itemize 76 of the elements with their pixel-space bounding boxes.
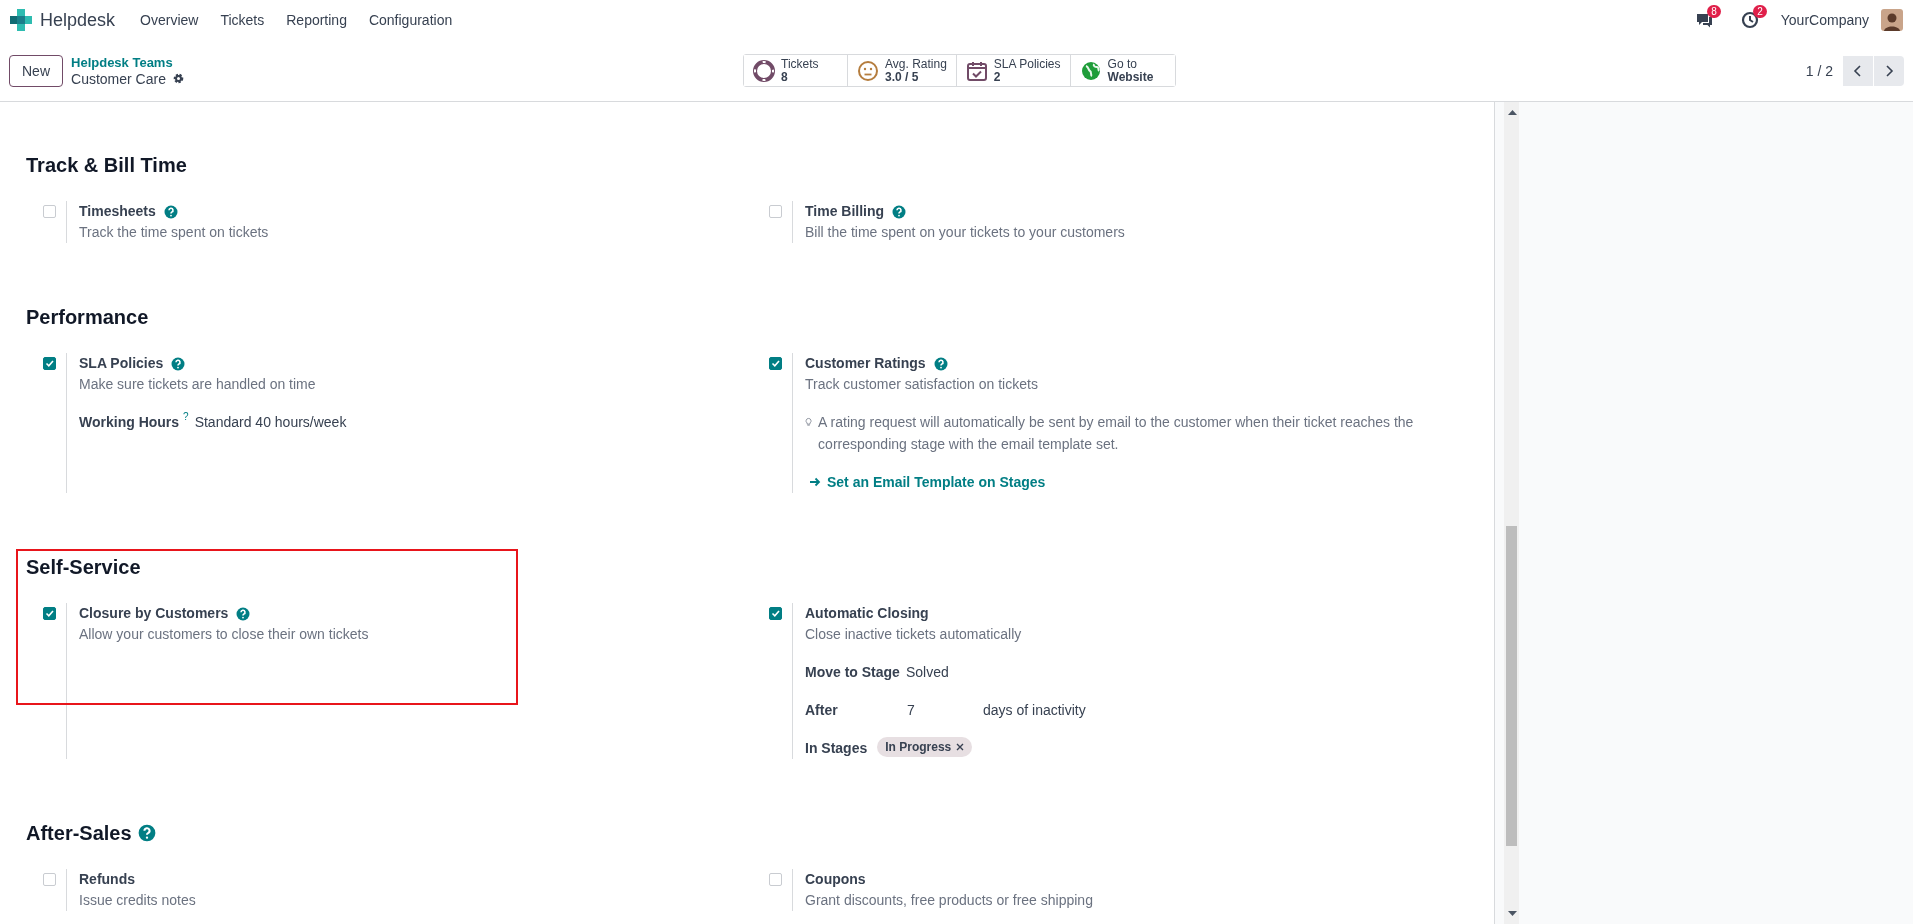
checkmark-icon [771,359,780,368]
settings-icon[interactable] [171,72,185,85]
lightbulb-icon [805,416,813,428]
calendar-check-icon [965,59,988,82]
scroll-down-icon[interactable] [1506,910,1517,918]
checkmark-icon [45,609,54,618]
new-button[interactable]: New [9,54,63,87]
app-name[interactable]: Helpdesk [40,9,116,31]
stat-button[interactable]: Tickets 8 [744,55,848,86]
section-title: After-Sales [26,821,132,845]
pager-value: 1 / 2 [1805,62,1833,79]
record-title: Customer Care [71,70,166,87]
field-value[interactable]: Standard 40 hours/week [194,411,347,433]
setting-description: Track the time spent on tickets [79,223,270,242]
hint-text: A rating request will automatically be sent by email to the customer when their ticket reaches the corresponding stage with the email template set. [818,413,1415,454]
help-icon[interactable] [933,356,948,371]
help-icon[interactable] [163,204,178,219]
section-title: Self-Service [26,555,141,579]
setting-description: Allow your customers to close their own tickets [79,625,370,644]
checkbox[interactable] [43,607,56,620]
notification-badge: 8 [1707,5,1721,18]
checkmark-icon [45,359,54,368]
help-icon[interactable] [236,606,251,621]
setting-title: Closure by Customers [79,604,229,623]
globe-icon [1079,59,1102,82]
neutral-face-icon [857,59,879,82]
setting-description: Issue credits notes [79,891,197,910]
stage-tag[interactable]: In Progress [877,737,973,757]
setting-description: Bill the time spent on your tickets to your customers [805,223,1126,242]
checkbox[interactable] [769,357,782,370]
user-avatar-icon[interactable] [1881,9,1903,31]
previous-button[interactable] [1843,55,1873,86]
days-field[interactable]: 7 [907,699,977,721]
setting-title: Coupons [805,870,866,889]
company-switcher[interactable]: YourCompany [1780,12,1869,28]
checkbox[interactable] [769,607,782,620]
setting-description: Grant discounts, free products or free shipping [805,891,1094,910]
field-label: In Stages [805,739,868,758]
setting-description: Make sure tickets are handled on time [79,375,317,394]
lifebuoy-icon [753,59,775,82]
menu-item[interactable]: Tickets [209,12,276,28]
remove-icon[interactable] [956,743,965,751]
field-label: Move to Stage [805,663,900,682]
setting-title: Customer Ratings [805,354,926,373]
field-value[interactable]: Solved [905,661,949,683]
section-title: Track & Bill Time [26,153,187,177]
chat-icon[interactable] [1694,11,1713,29]
help-icon[interactable] [892,204,907,219]
field-suffix: days of inactivity [983,701,1086,720]
field-label: Working Hours [79,413,180,432]
next-button[interactable] [1874,55,1904,86]
scroll-up-icon[interactable] [1506,108,1517,116]
setting-title: Refunds [79,870,135,889]
setting-title: Automatic Closing [805,604,929,623]
checkbox[interactable] [43,357,56,370]
tooltip-mark[interactable]: ? [183,411,189,423]
setting-description: Close inactive tickets automatically [805,625,1023,644]
setting-title: Timesheets [79,202,156,221]
notification-badge: 2 [1753,5,1767,18]
scrollbar-thumb[interactable] [1505,526,1517,846]
field-label: After [805,701,839,720]
help-icon[interactable] [137,824,156,842]
menu-item[interactable]: Configuration [357,12,464,28]
menu-item[interactable]: Overview [129,12,210,28]
clock-icon[interactable] [1740,11,1759,29]
setting-title: SLA Policies [79,354,164,373]
checkmark-icon [771,609,780,618]
breadcrumb-link[interactable]: Helpdesk Teams [71,54,743,71]
setting-description: Track customer satisfaction on tickets [805,375,1039,394]
email-template-link[interactable]: Set an Email Template on Stages [809,471,1046,493]
menu-item[interactable]: Reporting [275,12,358,28]
setting-title: Time Billing [805,202,885,221]
helpdesk-logo-icon[interactable] [10,9,32,31]
help-icon[interactable] [171,356,186,371]
arrow-right-icon [809,476,821,488]
section-title: Performance [26,305,149,329]
